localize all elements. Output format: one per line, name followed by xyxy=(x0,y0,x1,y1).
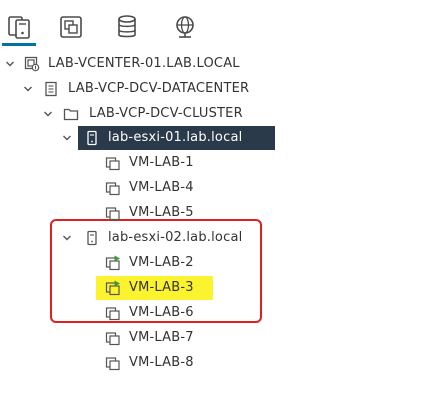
chevron-down-icon[interactable] xyxy=(5,59,15,69)
datacenter-icon xyxy=(43,81,59,97)
tree-node-label: LAB-VCP-DCV-DATACENTER xyxy=(68,81,250,96)
tree-node-label: VM-LAB-1 xyxy=(129,155,194,170)
tree-node-label: VM-LAB-6 xyxy=(129,305,194,320)
vm-powered-on-icon xyxy=(105,280,121,296)
tree-node-vm[interactable]: VM-LAB-8 xyxy=(0,351,426,375)
vcenter-icon xyxy=(24,56,40,72)
tree-node-label: VM-LAB-2 xyxy=(129,255,194,270)
folder-icon xyxy=(63,106,79,122)
tree-node-vm[interactable]: VM-LAB-3 xyxy=(0,276,426,300)
inventory-tree: LAB-VCENTER-01.LAB.LOCAL LAB-VCP-DCV-DAT… xyxy=(0,0,426,408)
tree-node-label: VM-LAB-7 xyxy=(129,330,194,345)
vm-icon xyxy=(105,205,121,221)
vm-icon xyxy=(105,330,121,346)
chevron-down-icon[interactable] xyxy=(62,233,72,243)
vm-powered-on-icon xyxy=(105,255,121,271)
chevron-down-icon[interactable] xyxy=(62,133,72,143)
tree-node-label: VM-LAB-8 xyxy=(129,355,194,370)
tree-node-host-2[interactable]: lab-esxi-02.lab.local xyxy=(0,226,426,250)
tree-node-vm[interactable]: VM-LAB-2 xyxy=(0,251,426,275)
tree-node-label: LAB-VCENTER-01.LAB.LOCAL xyxy=(48,56,240,71)
tree-node-vm[interactable]: VM-LAB-6 xyxy=(0,301,426,325)
host-icon xyxy=(84,130,100,146)
tree-node-label: VM-LAB-5 xyxy=(129,205,194,220)
tree-node-vm[interactable]: VM-LAB-5 xyxy=(0,201,426,225)
tree-node-label: lab-esxi-02.lab.local xyxy=(108,230,243,245)
tree-node-datacenter[interactable]: LAB-VCP-DCV-DATACENTER xyxy=(0,77,426,101)
tree-node-vcenter[interactable]: LAB-VCENTER-01.LAB.LOCAL xyxy=(0,52,426,76)
chevron-down-icon[interactable] xyxy=(43,109,53,119)
tree-node-vm[interactable]: VM-LAB-7 xyxy=(0,326,426,350)
tree-node-host-1[interactable]: lab-esxi-01.lab.local xyxy=(0,126,426,150)
tree-node-label: VM-LAB-3 xyxy=(129,280,194,295)
chevron-down-icon[interactable] xyxy=(23,84,33,94)
tree-node-vm[interactable]: VM-LAB-1 xyxy=(0,151,426,175)
vm-icon xyxy=(105,155,121,171)
tree-node-label: lab-esxi-01.lab.local xyxy=(108,130,243,145)
host-icon xyxy=(84,230,100,246)
tree-node-vm[interactable]: VM-LAB-4 xyxy=(0,176,426,200)
tree-node-label: VM-LAB-4 xyxy=(129,180,194,195)
vm-icon xyxy=(105,305,121,321)
vm-icon xyxy=(105,180,121,196)
tree-node-cluster[interactable]: LAB-VCP-DCV-CLUSTER xyxy=(0,102,426,126)
tree-node-label: LAB-VCP-DCV-CLUSTER xyxy=(89,106,243,121)
vm-icon xyxy=(105,355,121,371)
